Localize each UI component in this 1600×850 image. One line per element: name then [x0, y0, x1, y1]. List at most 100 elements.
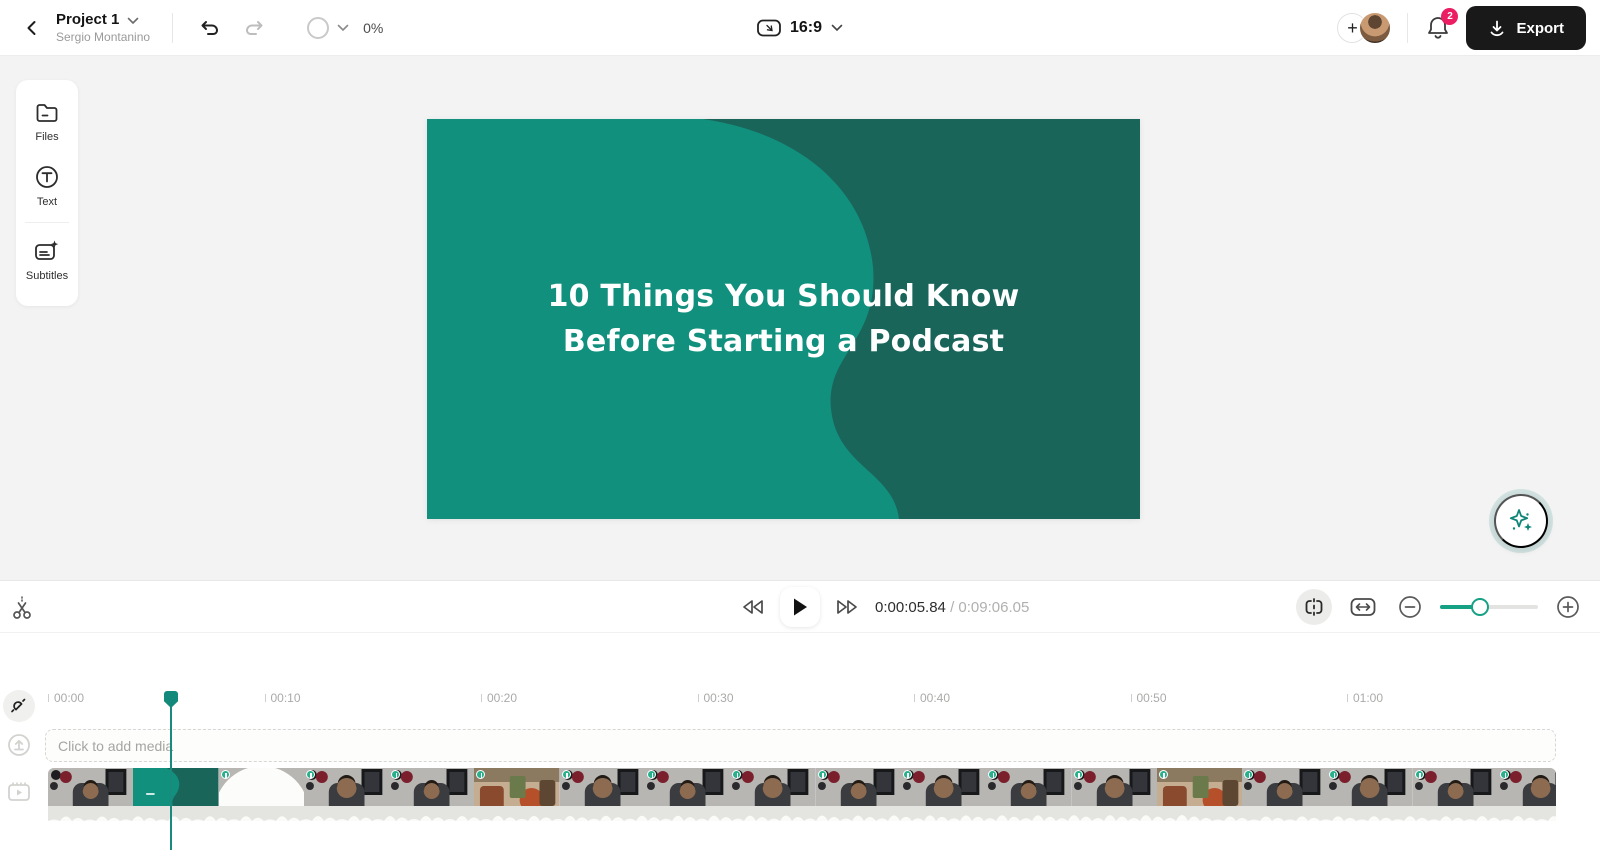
fit-width-icon	[1350, 597, 1376, 617]
split-clip-button[interactable]	[1296, 589, 1332, 625]
timeline-zoom-slider[interactable]	[1440, 598, 1538, 616]
upload-progress-label: 0%	[363, 20, 383, 36]
ruler-label: 00:20	[481, 691, 517, 705]
upload-circle-icon	[7, 733, 31, 757]
divider	[25, 222, 69, 223]
undo-button[interactable]	[195, 14, 225, 42]
slide-title[interactable]: 10 Things You Should Know Before Startin…	[427, 274, 1140, 364]
clip-marker-badge	[1415, 770, 1424, 779]
clip-marker-badge	[1159, 770, 1168, 779]
clip-thumbnail-scene	[474, 768, 559, 821]
ruler-label: 01:00	[1347, 691, 1383, 705]
timeline-ruler[interactable]: 00:00 00:10 00:20 00:30 00:40 00:50 01:00	[0, 691, 1600, 713]
clip-thumbnail-person-wide	[1413, 768, 1498, 821]
sparkles-icon	[1507, 507, 1535, 535]
slider-handle[interactable]	[1471, 598, 1489, 616]
plus-circle-icon	[1556, 595, 1580, 619]
video-track-icon[interactable]	[7, 781, 31, 803]
export-button[interactable]: Export	[1466, 6, 1586, 50]
avatar[interactable]	[1359, 12, 1391, 44]
split-button[interactable]	[6, 591, 38, 625]
folder-icon	[35, 102, 59, 124]
clip-marker-badge	[818, 770, 827, 779]
ruler-label: 00:00	[48, 691, 84, 705]
top-bar: Project 1 Sergio Montanino 0%	[0, 0, 1600, 56]
project-info: Project 1 Sergio Montanino	[56, 11, 150, 45]
chevron-down-icon[interactable]	[127, 17, 139, 25]
add-media-placeholder: Click to add media	[58, 738, 173, 754]
clip-thumbnail-person-close	[901, 768, 986, 821]
upload-progress-circle[interactable]	[307, 17, 329, 39]
split-clip-icon	[1304, 597, 1324, 617]
sidebar-item-subtitles[interactable]: Subtitles	[16, 227, 78, 292]
clip-thumbnail-person-close	[560, 768, 645, 821]
zoom-in-button[interactable]	[1552, 591, 1584, 623]
project-title[interactable]: Project 1	[56, 11, 119, 30]
clip-thumbnail-person-close	[1327, 768, 1412, 821]
ai-assistant-button[interactable]	[1494, 494, 1548, 548]
clip-thumbnail-slide-circle	[219, 768, 304, 821]
play-button[interactable]	[780, 587, 820, 627]
rewind-button[interactable]	[736, 594, 770, 620]
workspace: Files Text Subtitles 10 Things You Shoul…	[0, 56, 1600, 580]
clip-thumbnail-person-close	[1498, 768, 1556, 821]
notification-badge: 2	[1441, 8, 1458, 25]
clip-marker-badge	[903, 770, 912, 779]
zoom-out-button[interactable]	[1394, 591, 1426, 623]
slide-title-line2: Before Starting a Podcast	[427, 319, 1140, 364]
aspect-ratio-icon	[757, 19, 781, 37]
slide-title-line1: 10 Things You Should Know	[427, 274, 1140, 319]
video-editor-app: Project 1 Sergio Montanino 0%	[0, 0, 1600, 850]
total-time: 0:09:06.05	[958, 599, 1029, 616]
back-button[interactable]	[18, 14, 46, 42]
ruler-label: 00:50	[1131, 691, 1167, 705]
rewind-icon	[740, 598, 766, 616]
clip-thumbnail-person-wide	[645, 768, 730, 821]
ruler-label: 00:30	[698, 691, 734, 705]
aspect-ratio-value: 16:9	[790, 19, 822, 37]
fast-forward-button[interactable]	[830, 594, 864, 620]
current-time: 0:00:05.84	[875, 599, 946, 616]
clip-thumbnail-person-wide	[986, 768, 1071, 821]
export-label: Export	[1516, 20, 1564, 37]
video-canvas[interactable]: 10 Things You Should Know Before Startin…	[427, 119, 1140, 519]
sidebar-label-files: Files	[35, 131, 58, 143]
text-icon	[35, 165, 59, 189]
notifications-button[interactable]: 2	[1426, 15, 1450, 41]
clip-thumbnail-person-wide	[816, 768, 901, 821]
chevron-down-icon	[831, 24, 843, 32]
add-media-track-icon[interactable]	[7, 733, 31, 757]
redo-icon	[243, 18, 265, 38]
fit-timeline-button[interactable]	[1346, 593, 1380, 621]
divider	[172, 13, 173, 43]
time-display: 0:00:05.84 / 0:09:06.05	[875, 581, 1029, 633]
sidebar-item-text[interactable]: Text	[16, 153, 78, 218]
time-separator: /	[946, 599, 959, 616]
clip-marker-badge	[562, 770, 571, 779]
clip-marker-badge	[1074, 770, 1083, 779]
fast-forward-icon	[834, 598, 860, 616]
aspect-ratio-selector[interactable]: 16:9	[757, 0, 843, 56]
chevron-down-icon[interactable]	[337, 24, 349, 32]
minus-circle-icon	[1398, 595, 1422, 619]
playback-toolbar: 0:00:05.84 / 0:09:06.05	[0, 581, 1600, 633]
ruler-label: 00:10	[265, 691, 301, 705]
timeline: 00:00 00:10 00:20 00:30 00:40 00:50 01:00 Clic…	[0, 633, 1600, 850]
clip-marker-badge	[1500, 770, 1509, 779]
chevron-left-icon	[23, 19, 41, 37]
clip-thumbnail-person-wide	[389, 768, 474, 821]
video-track[interactable]	[48, 768, 1556, 821]
add-media-track[interactable]: Click to add media	[45, 729, 1556, 762]
ruler-label: 00:40	[914, 691, 950, 705]
clip-thumbnail-slide-teal	[133, 768, 218, 821]
sidebar-item-files[interactable]: Files	[16, 90, 78, 153]
clip-thumbnail-scene	[1157, 768, 1242, 821]
clip-thumbnail-person-close	[1072, 768, 1157, 821]
sidebar-label-subtitles: Subtitles	[26, 270, 68, 282]
undo-icon	[199, 18, 221, 38]
redo-button[interactable]	[239, 14, 269, 42]
clip-thumbnail-person-close	[730, 768, 815, 821]
project-owner: Sergio Montanino	[56, 30, 150, 45]
scissors-icon	[10, 595, 34, 621]
clip-thumbnail-person-wide	[1242, 768, 1327, 821]
